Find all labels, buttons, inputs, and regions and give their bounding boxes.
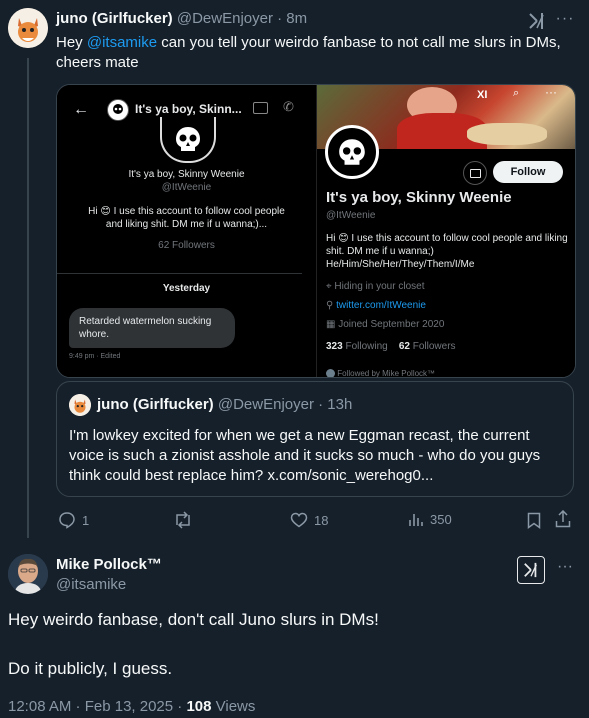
- reply-author-handle[interactable]: @itsamike: [56, 576, 126, 593]
- profile-handle: @ItWeenie: [326, 210, 376, 221]
- views-button[interactable]: 350: [408, 511, 452, 527]
- grok-icon[interactable]: [526, 10, 548, 32]
- avatar[interactable]: [8, 8, 48, 48]
- calendar-icon: ▦: [326, 319, 336, 330]
- dm-screenshot: ← It's ya boy, Skinn... ✆ It's ya boy, S…: [57, 85, 316, 377]
- reply-text-line2: Do it publicly, I guess.: [8, 659, 173, 678]
- bookmark-icon[interactable]: [525, 510, 543, 530]
- followers-count: 62: [398, 341, 410, 352]
- share-icon[interactable]: [553, 509, 573, 529]
- following-count: 323: [326, 341, 343, 352]
- message-icon: [463, 161, 487, 185]
- retweet-button[interactable]: [173, 511, 193, 529]
- reply-text-line1: Hey weirdo fanbase, don't call Juno slur…: [8, 610, 379, 629]
- reply-views-count: 108: [186, 698, 212, 715]
- reply-author-avatar[interactable]: [8, 554, 48, 594]
- dm-avatar-small: [107, 99, 129, 121]
- quote-author-name: juno (Girlfucker): [97, 396, 214, 413]
- tweet-header: juno (Girlfucker) @DewEnjoyer · 8m: [56, 10, 307, 27]
- dm-profile-handle: @ItWeenie: [161, 182, 212, 193]
- profile-follow-counts: 323 Following 62 Followers: [326, 341, 456, 352]
- profile-joined: ▦ Joined September 2020: [326, 319, 444, 330]
- reply-icon: [59, 512, 75, 529]
- dm-message-meta: 9:49 pm · Edited: [69, 353, 121, 360]
- dm-followers: 62 Followers: [158, 240, 215, 251]
- dm-message-bubble: Retarded watermelon sucking whore.: [69, 308, 235, 348]
- profile-location: ⌖ Hiding in your closet: [326, 281, 424, 292]
- retweet-icon: [176, 511, 190, 529]
- divider: [57, 273, 302, 274]
- quote-author-handle: @DewEnjoyer: [217, 396, 314, 413]
- author-name[interactable]: juno (Girlfucker): [56, 10, 173, 27]
- more-options-icon[interactable]: ···: [553, 8, 577, 30]
- reply-views-label: Views: [211, 698, 256, 715]
- follow-button: Follow: [493, 161, 563, 183]
- profile-avatar: [325, 125, 379, 179]
- joined-text: Joined September 2020: [338, 319, 445, 330]
- tweet-text-part: Hey: [56, 34, 87, 51]
- tweet-text: Hey @itsamike can you tell your weirdo f…: [56, 33, 576, 73]
- quote-text: I'm lowkey excited for when we get a new…: [69, 427, 541, 484]
- followed-by-text: Followed by Mike Pollock™: [326, 369, 436, 378]
- profile-name: It's ya boy, Skinny Weenie: [326, 189, 512, 206]
- views-count: 350: [430, 511, 452, 527]
- quoted-tweet[interactable]: juno (Girlfucker) @DewEnjoyer · 13h I'm …: [56, 381, 574, 497]
- heart-icon: [290, 512, 308, 528]
- reply-count: 1: [82, 512, 90, 528]
- date-divider: Yesterday: [162, 283, 211, 294]
- like-button[interactable]: 18: [290, 511, 328, 529]
- quote-header: juno (Girlfucker) @DewEnjoyer · 13h: [97, 396, 352, 413]
- banner-grok-icon: XI: [477, 89, 488, 101]
- mention-link[interactable]: @itsamike: [87, 34, 157, 51]
- dm-profile-name: It's ya boy, Skinny Weenie: [128, 169, 245, 180]
- link-icon: ⚲: [326, 300, 334, 311]
- link-text: twitter.com/ItWeenie: [336, 300, 426, 311]
- reply-meta: 12:08 AM · Feb 13, 2025 · 108 Views: [8, 698, 255, 715]
- views-chart-icon: [409, 514, 423, 526]
- following-label: Following: [345, 341, 388, 352]
- reply-more-options-icon[interactable]: ···: [553, 556, 577, 578]
- followed-by-avatar: [326, 369, 335, 377]
- thread-connector-line: [27, 58, 29, 538]
- dm-profile-avatar: [160, 117, 216, 163]
- dm-header-title: It's ya boy, Skinn...: [135, 102, 242, 116]
- video-call-icon: [253, 102, 268, 114]
- dm-profile-bio: Hi 😊 I use this account to follow cool p…: [88, 206, 285, 230]
- location-text: Hiding in your closet: [334, 281, 425, 292]
- banner-search-icon: ⌕: [513, 87, 520, 99]
- author-handle[interactable]: @DewEnjoyer: [177, 10, 273, 27]
- tweet-media[interactable]: ← It's ya boy, Skinn... ✆ It's ya boy, S…: [56, 84, 576, 378]
- back-arrow-icon: ←: [73, 101, 89, 118]
- grok-button[interactable]: [517, 556, 545, 584]
- reply-button[interactable]: 1: [58, 511, 89, 529]
- quote-time: · 13h: [318, 396, 353, 413]
- quote-avatar: [69, 394, 91, 416]
- like-count: 18: [314, 512, 329, 528]
- followers-label: Followers: [412, 341, 456, 352]
- profile-link: ⚲ twitter.com/ItWeenie: [326, 300, 426, 311]
- reply-author-name[interactable]: Mike Pollock™: [56, 556, 162, 573]
- reply-timestamp[interactable]: 12:08 AM · Feb 13, 2025 ·: [8, 698, 186, 715]
- followed-by-label: Followed by Mike Pollock™: [337, 369, 436, 378]
- banner-more-icon: ···: [545, 85, 557, 99]
- profile-bio: Hi 😊 I use this account to follow cool p…: [326, 233, 568, 270]
- phone-icon: ✆: [283, 99, 294, 114]
- location-icon: ⌖: [326, 281, 332, 292]
- tweet-time[interactable]: · 8m: [277, 10, 307, 27]
- profile-screenshot: XI ⌕ ··· Follow It's ya boy, Skinny Ween…: [316, 85, 575, 378]
